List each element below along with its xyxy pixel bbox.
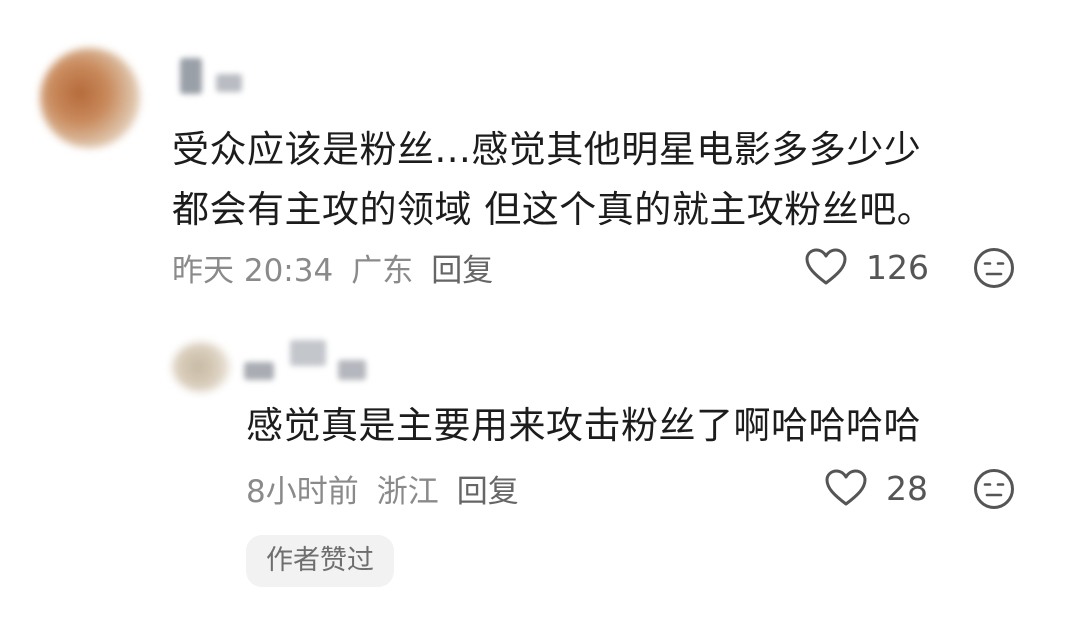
replier-avatar[interactable]	[172, 342, 230, 392]
comment-location: 广东	[351, 252, 414, 289]
like-count: 126	[866, 247, 929, 287]
dislike-button[interactable]	[973, 247, 1015, 289]
replier-username[interactable]	[240, 336, 370, 386]
comment-text: 受众应该是粉丝...感觉其他明星电影多多少少 都会有主攻的领域 但这个真的就主攻…	[172, 120, 1032, 240]
reply-dislike-button[interactable]	[973, 468, 1015, 510]
reply-like-count: 28	[886, 468, 928, 508]
heart-outline-icon	[825, 469, 867, 506]
author-liked-badge: 作者赞过	[246, 535, 394, 587]
reply-to-reply-button[interactable]: 回复	[457, 466, 519, 511]
comment-text-line: 受众应该是粉丝...感觉其他明星电影多多少少	[172, 128, 922, 171]
commenter-avatar[interactable]	[40, 48, 140, 148]
heart-outline-icon	[805, 248, 847, 285]
reply-text: 感觉真是主要用来攻击粉丝了啊哈哈哈哈	[246, 404, 921, 447]
meh-face-icon	[974, 248, 1014, 288]
reply-time: 8小时前	[246, 473, 359, 510]
comment-text-line: 都会有主攻的领域 但这个真的就主攻粉丝吧。	[172, 188, 935, 231]
reply-like-button[interactable]: 28	[824, 467, 928, 509]
commenter-username[interactable]	[176, 54, 256, 98]
reply-location: 浙江	[376, 473, 439, 510]
comment-thread: 受众应该是粉丝...感觉其他明星电影多多少少 都会有主攻的领域 但这个真的就主攻…	[0, 0, 1080, 621]
comment-time: 昨天 20:34	[172, 252, 334, 289]
reply-meta: 8小时前 浙江 回复	[246, 466, 519, 511]
meh-face-icon	[974, 469, 1014, 509]
comment-meta: 昨天 20:34 广东 回复	[172, 245, 493, 290]
reply-button[interactable]: 回复	[431, 245, 493, 290]
like-button[interactable]: 126	[804, 246, 929, 288]
